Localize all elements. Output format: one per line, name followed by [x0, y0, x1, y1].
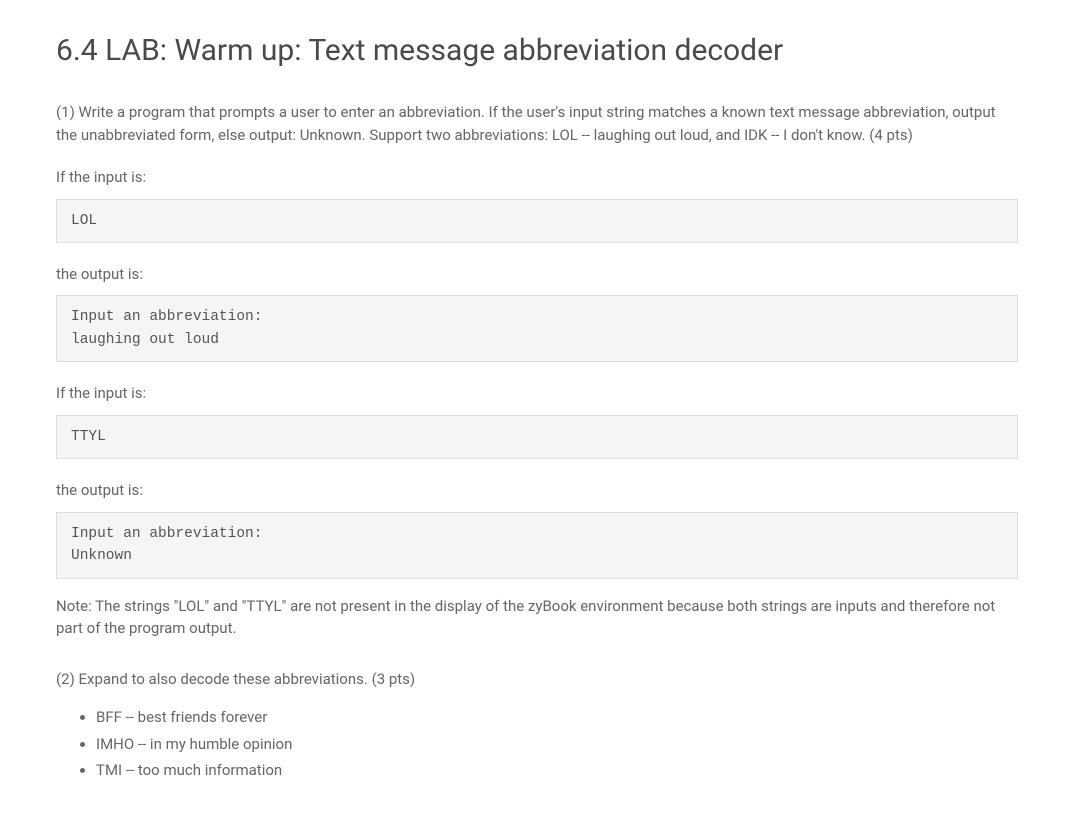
output-label-1: the output is: — [56, 263, 1018, 286]
abbreviation-list: BFF -- best friends forever IMHO -- in m… — [96, 706, 1018, 782]
code-block-input-1: LOL — [56, 199, 1018, 243]
code-block-output-1: Input an abbreviation: laughing out loud — [56, 295, 1018, 362]
input-label-1: If the input is: — [56, 166, 1018, 189]
output-label-2: the output is: — [56, 479, 1018, 502]
note-paragraph: Note: The strings "LOL" and "TTYL" are n… — [56, 595, 1018, 640]
list-item: BFF -- best friends forever — [96, 706, 1018, 729]
code-block-output-2: Input an abbreviation: Unknown — [56, 512, 1018, 579]
code-block-input-2: TTYL — [56, 415, 1018, 459]
input-label-2: If the input is: — [56, 382, 1018, 405]
page-title: 6.4 LAB: Warm up: Text message abbreviat… — [56, 28, 1018, 73]
list-item: TMI -- too much information — [96, 759, 1018, 782]
intro-paragraph: (1) Write a program that prompts a user … — [56, 101, 1018, 146]
part2-intro: (2) Expand to also decode these abbrevia… — [56, 668, 1018, 691]
list-item: IMHO -- in my humble opinion — [96, 733, 1018, 756]
